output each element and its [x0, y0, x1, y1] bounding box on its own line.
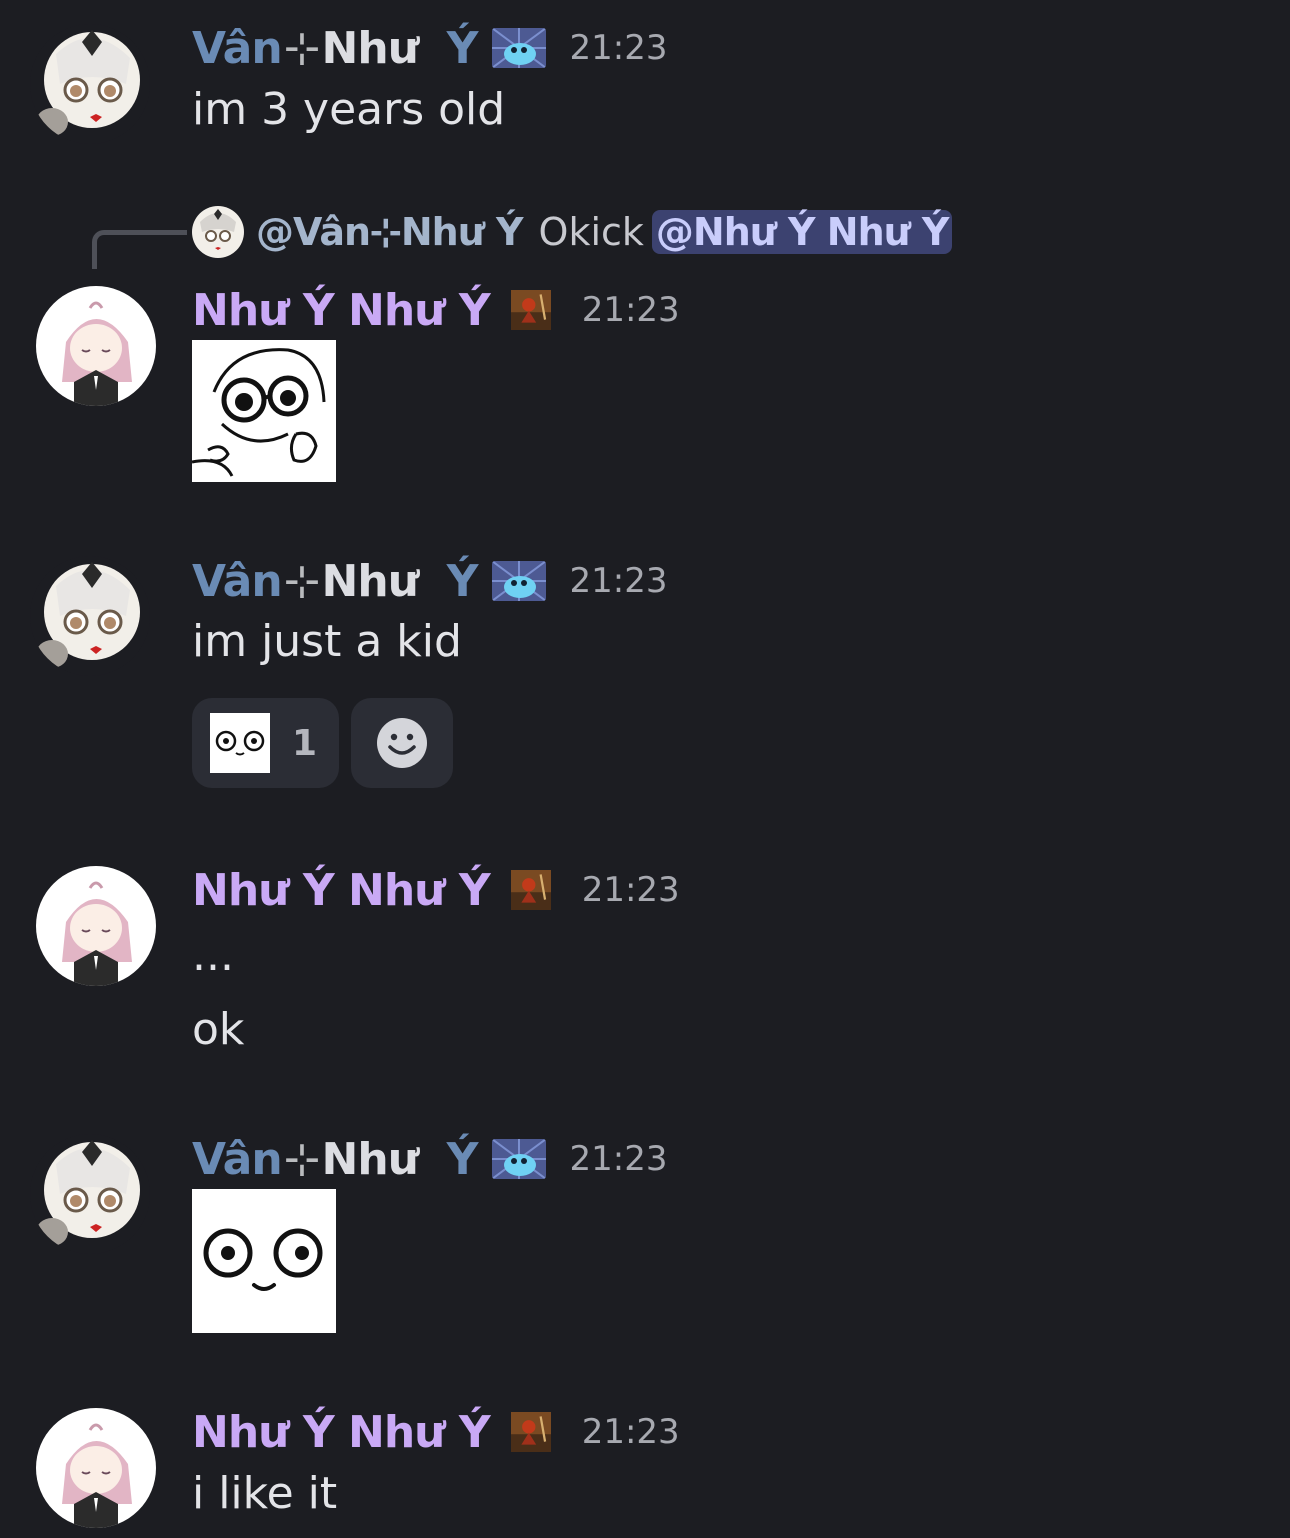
- reaction-pill[interactable]: 1: [192, 698, 340, 788]
- reaction-count: 1: [292, 722, 318, 764]
- author-name[interactable]: Vân⊹Như Ý: [192, 1134, 479, 1185]
- timestamp: 21:23: [569, 561, 668, 601]
- message-text: ...: [192, 930, 234, 981]
- role-badge-icon: [504, 870, 558, 910]
- avatar-nhu[interactable]: [36, 1408, 156, 1528]
- timestamp: 21:23: [569, 1139, 668, 1179]
- author-name[interactable]: Vân⊹Như Ý: [192, 23, 479, 74]
- avatar-nhu[interactable]: [36, 286, 156, 406]
- reply-connector: [92, 230, 187, 269]
- reply-author[interactable]: @Vân⊹Như Ý: [256, 210, 524, 254]
- timestamp: 21:23: [581, 870, 680, 910]
- stare-face-emoji: [210, 713, 270, 773]
- avatar-van[interactable]: [30, 24, 150, 144]
- avatar-van[interactable]: [30, 556, 150, 676]
- reply-preview[interactable]: @Vân⊹Như Ý Okick @Như Ý Như Ý: [192, 204, 953, 260]
- reply-avatar: [192, 206, 244, 258]
- timestamp: 21:23: [581, 290, 680, 330]
- reactions-bar: 1: [192, 698, 454, 788]
- avatar-van[interactable]: [30, 1134, 150, 1254]
- author-name[interactable]: Như Ý Như Ý: [192, 1407, 491, 1458]
- role-badge-icon: [504, 1412, 558, 1452]
- author-name[interactable]: Vân⊹Như Ý: [192, 556, 479, 607]
- timestamp: 21:23: [581, 1412, 680, 1452]
- user-mention[interactable]: @Như Ý Như Ý: [651, 210, 953, 254]
- avatar-nhu[interactable]: [36, 866, 156, 986]
- message-text: i like it: [192, 1468, 338, 1519]
- add-reaction-icon: [377, 718, 428, 768]
- message-text: im just a kid: [192, 616, 462, 667]
- author-name[interactable]: Như Ý Như Ý: [192, 865, 491, 916]
- role-badge-icon: [504, 290, 558, 330]
- timestamp: 21:23: [569, 28, 668, 68]
- stare-face-sticker[interactable]: [192, 1189, 336, 1333]
- author-name[interactable]: Như Ý Như Ý: [192, 285, 491, 336]
- role-badge-icon: [491, 28, 546, 68]
- message-text: im 3 years old: [192, 84, 506, 135]
- shocked-glasses-sticker[interactable]: [192, 340, 336, 482]
- role-badge-icon: [491, 1139, 546, 1179]
- message-text: ok: [192, 1004, 245, 1055]
- add-reaction-button[interactable]: [351, 698, 454, 788]
- reply-text: Okick: [538, 210, 644, 254]
- role-badge-icon: [491, 561, 546, 601]
